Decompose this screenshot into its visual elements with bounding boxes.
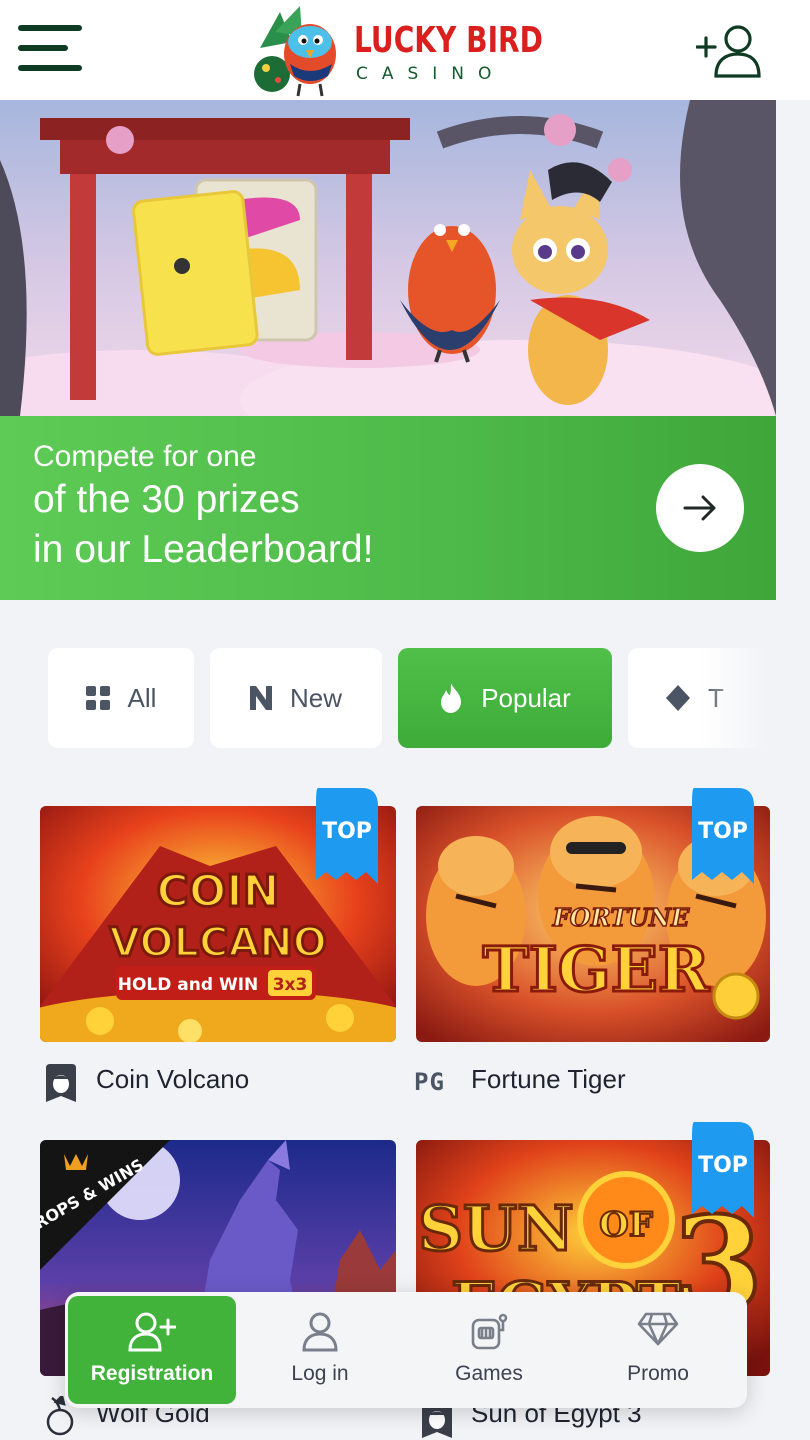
nav-promo-button[interactable]: Promo [574, 1296, 742, 1404]
art-caption-2: 3x3 [273, 975, 308, 995]
nav-registration-button[interactable]: Registration [68, 1296, 236, 1404]
banner-illustration [0, 100, 776, 416]
promo-line-2: of the 30 prizes [33, 478, 300, 521]
nav-games-button[interactable]: Games [405, 1296, 573, 1404]
nav-login-label: Log in [291, 1362, 349, 1385]
logo[interactable]: LUCKY BIRD CASINO [240, 0, 543, 100]
promo-line-1: Compete for one [33, 440, 257, 473]
slot-machine-icon [471, 1313, 508, 1350]
add-user-icon [128, 1312, 176, 1352]
art-title-2: TIGER [483, 933, 710, 1006]
nav-promo-label: Promo [627, 1362, 689, 1385]
arrow-right-icon [683, 495, 716, 521]
logo-title: LUCKY BIRD [354, 20, 543, 61]
logo-bird-icon [254, 6, 336, 97]
tab-all-label: All [127, 682, 157, 713]
nav-login-button[interactable]: Log in [236, 1296, 404, 1404]
art-title-2: VOLCANO [109, 920, 327, 966]
pg-provider-label: PG [414, 1068, 445, 1096]
svg-text:TOP: TOP [698, 819, 748, 844]
tab-popular[interactable]: Popular [398, 648, 612, 748]
svg-text:TOP: TOP [322, 819, 372, 844]
top-badge: TOP [692, 1122, 754, 1218]
tab-new[interactable]: New [210, 648, 382, 748]
flame-icon [441, 683, 462, 713]
tab-all[interactable]: All [48, 648, 194, 748]
top-badge: TOP [692, 788, 754, 884]
tab-popular-label: Popular [481, 682, 571, 713]
header: LUCKY BIRD CASINO [0, 0, 810, 100]
hamburger-menu-icon[interactable] [18, 25, 82, 73]
promo-line-3: in our Leaderboard! [33, 528, 374, 571]
art-title: COIN [157, 866, 280, 917]
top-badge: TOP [316, 788, 378, 884]
tab-new-label: New [289, 682, 342, 713]
new-n-icon [249, 686, 272, 710]
user-icon [302, 1312, 338, 1352]
art-caption: HOLD and WIN [118, 975, 259, 995]
logo-subtitle: CASINO [356, 64, 506, 84]
art-of: OF [599, 1205, 653, 1245]
tabs-fade-overlay [700, 640, 810, 756]
game-name-coin-volcano[interactable]: Coin Volcano [96, 1064, 249, 1095]
grid-icon [85, 686, 110, 710]
svg-text:TOP: TOP [698, 1153, 748, 1178]
diamond-icon [637, 1312, 679, 1346]
art-title: SUN [418, 1192, 574, 1265]
acorn-shield-icon [46, 1064, 76, 1102]
nav-registration-label: Registration [90, 1362, 214, 1385]
nav-games-label: Games [455, 1362, 523, 1385]
diamond-icon [666, 685, 690, 711]
bottom-navigation: Registration Log in Games Promo [65, 1292, 747, 1408]
art-title: FORTUNE [552, 903, 690, 932]
user-add-icon[interactable] [696, 22, 762, 78]
promo-arrow-button[interactable] [656, 464, 744, 552]
game-name-fortune-tiger[interactable]: Fortune Tiger [471, 1064, 626, 1095]
promo-banner-image[interactable] [0, 100, 776, 416]
